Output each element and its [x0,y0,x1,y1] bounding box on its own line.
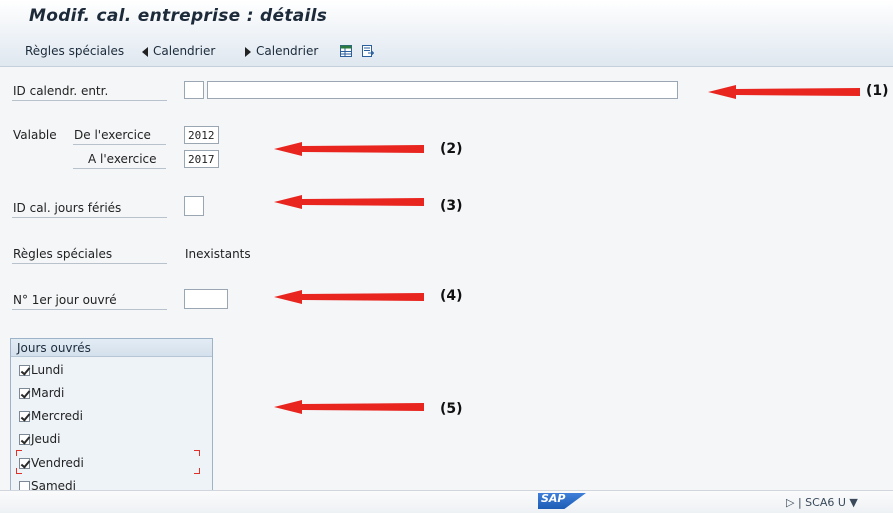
focus-corner [16,468,22,474]
application-toolbar: Règles spéciales Calendrier Calendrier [0,36,893,67]
annotation-marker-2: (2) [440,141,463,157]
workday-friday[interactable]: Vendredi [19,456,84,474]
annotation-marker-5: (5) [440,401,463,417]
annotation-arrow-icon [274,400,424,414]
annotation-arrow-icon [274,142,424,156]
workday-label: Lundi [31,363,64,377]
to-year-input[interactable]: 2017 [184,150,219,168]
to-year-label: A l'exercice [88,152,157,166]
from-year-label: De l'exercice [74,128,151,142]
first-workday-label: N° 1er jour ouvré [13,293,117,307]
sap-logo-text: SAP [541,492,566,505]
special-rules-label: Règles spéciales [13,247,113,261]
table-icon[interactable] [340,45,352,57]
valid-label: Valable [13,128,57,142]
first-workday-input[interactable] [184,289,228,309]
next-calendar-label: Calendrier [256,44,319,58]
annotation-arrow-icon [274,290,424,304]
special-rules-value: Inexistants [185,247,251,261]
label-underline [12,263,167,264]
system-info-label: SCA6 U ▼ [805,496,858,509]
next-arrow-icon [245,46,251,57]
workday-label: Mardi [31,386,65,400]
focus-corner [194,468,200,474]
calendar-id-input[interactable] [184,81,204,99]
special-rules-button[interactable]: Règles spéciales [25,44,124,58]
previous-calendar-label: Calendrier [153,44,216,58]
workday-monday[interactable]: Lundi [19,363,64,381]
export-icon[interactable] [362,45,374,57]
calendar-id-label: ID calendr. entr. [13,84,109,98]
checkbox-checked[interactable] [19,434,30,445]
workday-tuesday[interactable]: Mardi [19,386,64,404]
workday-label: Mercredi [31,409,84,423]
previous-calendar-button[interactable]: Calendrier [142,44,215,58]
annotation-arrow-icon [708,85,860,99]
annotation-marker-4: (4) [440,288,463,304]
annotation-marker-3: (3) [440,198,463,214]
annotation-arrow-icon [274,195,424,209]
workday-label: Vendredi [31,456,84,470]
checkbox-checked[interactable] [19,411,30,422]
label-underline [12,217,167,218]
next-calendar-button[interactable]: Calendrier [245,44,318,58]
title-bar: Modif. cal. entreprise : détails [0,0,893,36]
workdays-group-title: Jours ouvrés [11,339,212,357]
label-underline [12,100,167,101]
page-title: Modif. cal. entreprise : détails [29,6,328,26]
label-underline [73,168,166,169]
system-info[interactable]: ▷ | SCA6 U ▼ [786,496,858,509]
label-underline [12,309,167,310]
holiday-calendar-label: ID cal. jours fériés [13,201,122,215]
checkbox-checked[interactable] [19,365,30,376]
workday-thursday[interactable]: Jeudi [19,432,60,450]
from-year-input[interactable]: 2012 [184,126,219,144]
workdays-group: Jours ouvrés Lundi Mardi Mercredi Jeudi … [10,338,213,498]
holiday-calendar-input[interactable] [184,196,204,216]
workday-label: Jeudi [31,432,61,446]
checkbox-checked[interactable] [19,388,30,399]
workday-wednesday[interactable]: Mercredi [19,409,83,427]
focus-corner [194,450,200,456]
label-underline [73,144,166,145]
previous-arrow-icon [142,46,148,57]
annotation-marker-1: (1) [866,83,889,99]
status-bar: SAP ▷ | SCA6 U ▼ [0,490,893,513]
focus-corner [16,450,22,456]
calendar-description-input[interactable] [207,81,678,99]
